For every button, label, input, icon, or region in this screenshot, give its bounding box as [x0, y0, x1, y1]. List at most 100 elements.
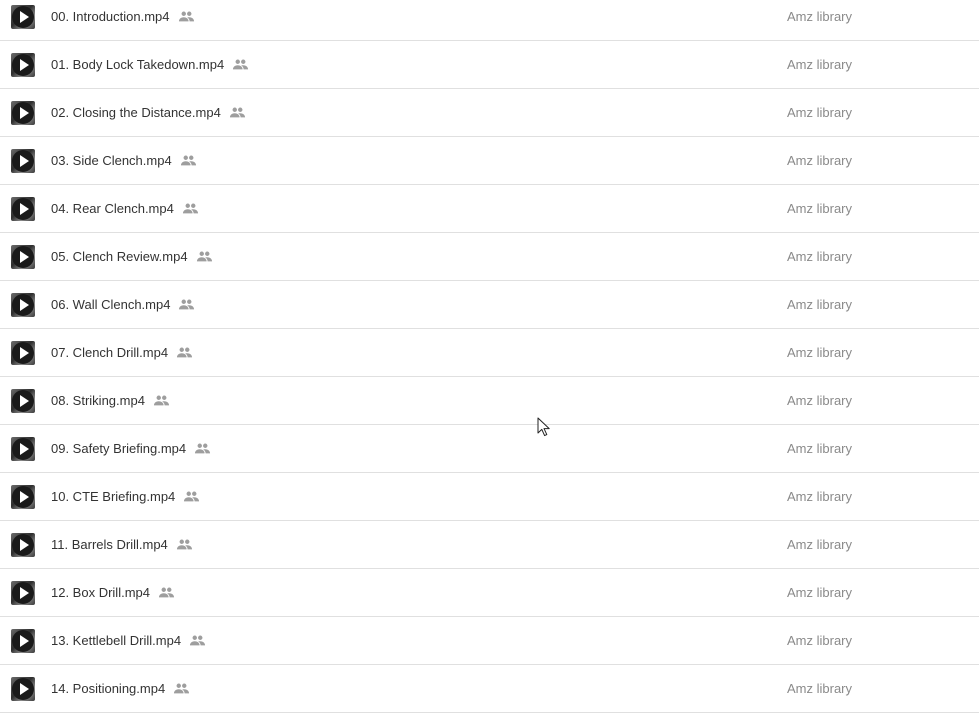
file-name[interactable]: 01. Body Lock Takedown.mp4: [51, 57, 224, 72]
video-thumbnail[interactable]: [11, 581, 35, 605]
file-name[interactable]: 08. Striking.mp4: [51, 393, 145, 408]
people-icon: [180, 155, 196, 166]
file-name[interactable]: 07. Clench Drill.mp4: [51, 345, 168, 360]
file-name[interactable]: 05. Clench Review.mp4: [51, 249, 188, 264]
play-video-icon: [12, 534, 34, 556]
people-icon: [184, 491, 200, 502]
play-video-icon: [12, 486, 34, 508]
file-name[interactable]: 10. CTE Briefing.mp4: [51, 489, 175, 504]
play-video-icon: [12, 246, 34, 268]
video-thumbnail[interactable]: [11, 53, 35, 77]
play-video-icon: [12, 198, 34, 220]
play-video-icon: [12, 342, 34, 364]
play-video-icon: [12, 54, 34, 76]
file-row[interactable]: 03. Side Clench.mp4 Amz library: [0, 137, 979, 185]
people-icon: [182, 203, 198, 214]
video-thumbnail[interactable]: [11, 437, 35, 461]
file-name-cell: 10. CTE Briefing.mp4: [51, 473, 200, 520]
owner-label: Amz library: [787, 9, 853, 24]
file-row[interactable]: 05. Clench Review.mp4 Amz library: [0, 233, 979, 281]
file-name[interactable]: 12. Box Drill.mp4: [51, 585, 150, 600]
file-name[interactable]: 03. Side Clench.mp4: [51, 153, 172, 168]
file-list: 00. Introduction.mp4 Amz library 01. Bod…: [0, 0, 979, 713]
people-icon: [233, 59, 249, 70]
video-thumbnail[interactable]: [11, 101, 35, 125]
owner-label: Amz library: [787, 585, 853, 600]
file-row[interactable]: 11. Barrels Drill.mp4 Amz library: [0, 521, 979, 569]
file-row[interactable]: 14. Positioning.mp4 Amz library: [0, 665, 979, 713]
file-row[interactable]: 04. Rear Clench.mp4 Amz library: [0, 185, 979, 233]
video-thumbnail[interactable]: [11, 677, 35, 701]
file-row[interactable]: 09. Safety Briefing.mp4 Amz library: [0, 425, 979, 473]
video-thumbnail[interactable]: [11, 245, 35, 269]
video-thumbnail[interactable]: [11, 293, 35, 317]
owner-label: Amz library: [787, 153, 853, 168]
play-video-icon: [12, 390, 34, 412]
file-name-cell: 14. Positioning.mp4: [51, 665, 190, 712]
video-thumbnail[interactable]: [11, 341, 35, 365]
people-icon: [176, 347, 193, 358]
file-row[interactable]: 06. Wall Clench.mp4 Amz library: [0, 281, 979, 329]
file-name[interactable]: 00. Introduction.mp4: [51, 9, 170, 24]
play-video-icon: [12, 6, 34, 28]
file-name[interactable]: 14. Positioning.mp4: [51, 681, 165, 696]
owner-label: Amz library: [787, 489, 853, 504]
people-icon: [190, 635, 206, 646]
owner-label: Amz library: [787, 201, 853, 216]
file-row[interactable]: 00. Introduction.mp4 Amz library: [0, 0, 979, 41]
owner-label: Amz library: [787, 393, 853, 408]
file-name[interactable]: 13. Kettlebell Drill.mp4: [51, 633, 181, 648]
video-thumbnail[interactable]: [11, 533, 35, 557]
people-icon: [179, 299, 195, 310]
people-icon: [196, 251, 212, 262]
play-video-icon: [12, 438, 34, 460]
file-row[interactable]: 08. Striking.mp4 Amz library: [0, 377, 979, 425]
people-icon: [195, 443, 211, 454]
play-video-icon: [12, 582, 34, 604]
owner-label: Amz library: [787, 441, 853, 456]
file-name-cell: 12. Box Drill.mp4: [51, 569, 175, 616]
owner-label: Amz library: [787, 537, 853, 552]
file-name[interactable]: 04. Rear Clench.mp4: [51, 201, 174, 216]
owner-label: Amz library: [787, 633, 853, 648]
people-icon: [176, 539, 192, 550]
file-row[interactable]: 12. Box Drill.mp4 Amz library: [0, 569, 979, 617]
file-name[interactable]: 11. Barrels Drill.mp4: [51, 537, 168, 552]
file-name-cell: 11. Barrels Drill.mp4: [51, 521, 193, 568]
owner-label: Amz library: [787, 57, 853, 72]
file-name-cell: 09. Safety Briefing.mp4: [51, 425, 211, 472]
owner-label: Amz library: [787, 297, 853, 312]
video-thumbnail[interactable]: [11, 389, 35, 413]
file-name-cell: 01. Body Lock Takedown.mp4: [51, 41, 249, 88]
video-thumbnail[interactable]: [11, 149, 35, 173]
file-name-cell: 05. Clench Review.mp4: [51, 233, 213, 280]
owner-label: Amz library: [787, 249, 853, 264]
owner-label: Amz library: [787, 105, 853, 120]
people-icon: [229, 107, 245, 118]
video-thumbnail[interactable]: [11, 5, 35, 29]
file-row[interactable]: 07. Clench Drill.mp4 Amz library: [0, 329, 979, 377]
people-icon: [153, 395, 169, 406]
file-row[interactable]: 10. CTE Briefing.mp4 Amz library: [0, 473, 979, 521]
file-name-cell: 08. Striking.mp4: [51, 377, 170, 424]
video-thumbnail[interactable]: [11, 485, 35, 509]
file-row[interactable]: 01. Body Lock Takedown.mp4 Amz library: [0, 41, 979, 89]
owner-label: Amz library: [787, 681, 853, 696]
file-name-cell: 04. Rear Clench.mp4: [51, 185, 199, 232]
video-thumbnail[interactable]: [11, 629, 35, 653]
video-thumbnail[interactable]: [11, 197, 35, 221]
file-name-cell: 06. Wall Clench.mp4: [51, 281, 195, 328]
play-video-icon: [12, 294, 34, 316]
file-name[interactable]: 09. Safety Briefing.mp4: [51, 441, 186, 456]
play-video-icon: [12, 678, 34, 700]
file-name[interactable]: 02. Closing the Distance.mp4: [51, 105, 221, 120]
file-name-cell: 13. Kettlebell Drill.mp4: [51, 617, 206, 664]
people-icon: [178, 11, 194, 22]
file-row[interactable]: 02. Closing the Distance.mp4 Amz library: [0, 89, 979, 137]
owner-label: Amz library: [787, 345, 853, 360]
play-video-icon: [12, 630, 34, 652]
file-name[interactable]: 06. Wall Clench.mp4: [51, 297, 170, 312]
file-name-cell: 03. Side Clench.mp4: [51, 137, 197, 184]
people-icon: [174, 683, 190, 694]
file-row[interactable]: 13. Kettlebell Drill.mp4 Amz library: [0, 617, 979, 665]
